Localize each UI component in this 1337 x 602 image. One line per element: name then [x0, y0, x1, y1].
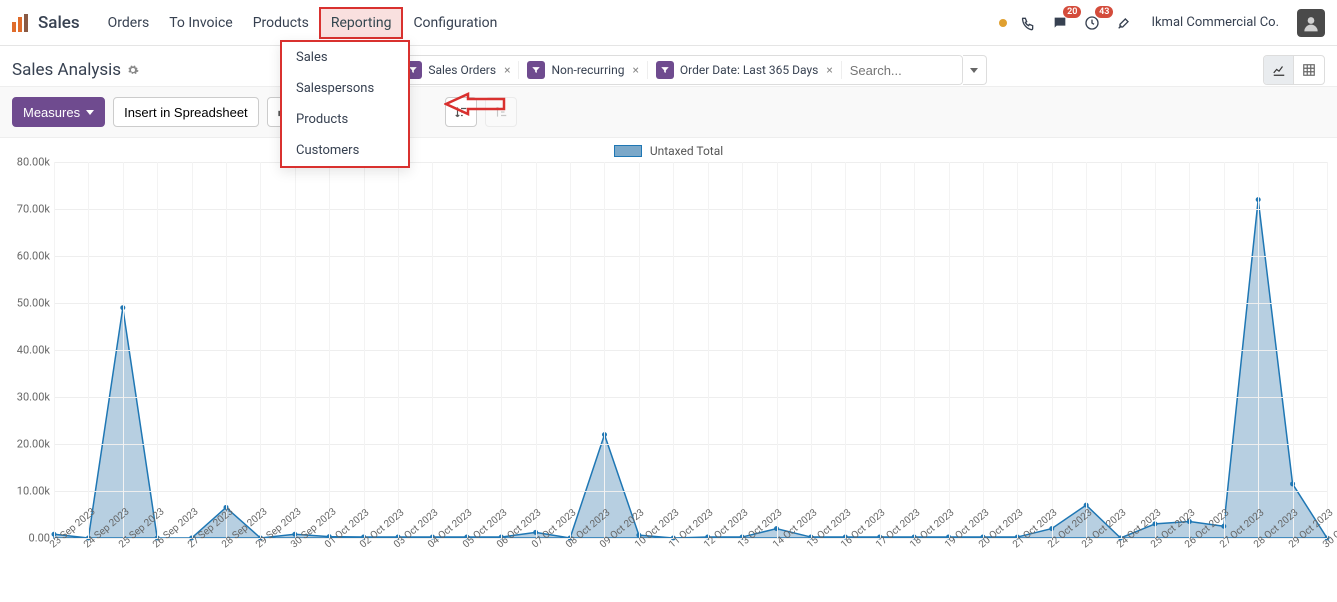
- reporting-dropdown: SalesSalespersonsProductsCustomers: [280, 40, 410, 168]
- messages-badge: 20: [1063, 6, 1081, 18]
- filter-chip: Sales Orders ×: [396, 61, 519, 79]
- dropdown-item-customers[interactable]: Customers: [282, 135, 408, 166]
- y-tick: 10.00k: [17, 485, 50, 498]
- topbar: Sales OrdersTo InvoiceProductsReportingC…: [0, 0, 1337, 46]
- status-dot-icon: [999, 19, 1007, 27]
- pivot-view-button[interactable]: [1294, 56, 1324, 84]
- dropdown-item-products[interactable]: Products: [282, 104, 408, 135]
- y-tick: 40.00k: [17, 344, 50, 357]
- nav-products[interactable]: Products: [243, 7, 319, 39]
- user-avatar[interactable]: [1297, 9, 1325, 37]
- gear-icon[interactable]: [127, 64, 139, 76]
- annotation-arrow-icon: [444, 88, 508, 124]
- search-options-caret[interactable]: [963, 55, 987, 85]
- app-logo-icon: [12, 14, 30, 32]
- measures-label: Measures: [23, 105, 80, 120]
- chart-legend: Untaxed Total: [10, 144, 1327, 158]
- insert-spreadsheet-button[interactable]: Insert in Spreadsheet: [113, 97, 259, 127]
- phone-icon[interactable]: [1017, 12, 1039, 34]
- remove-filter-icon[interactable]: ×: [824, 63, 832, 77]
- dropdown-item-salespersons[interactable]: Salespersons: [282, 73, 408, 104]
- y-tick: 50.00k: [17, 297, 50, 310]
- x-axis: 23 Sep 202324 Sep 202325 Sep 202326 Sep …: [54, 538, 1327, 582]
- filter-chip-label: Order Date: Last 365 Days: [680, 63, 818, 77]
- y-tick: 0.00: [29, 532, 50, 545]
- measures-button[interactable]: Measures: [12, 97, 105, 127]
- chart-container: Untaxed Total 0.00 10.00k 20.00k 30.00k 40.0…: [0, 138, 1337, 592]
- view-switcher: [1263, 55, 1325, 85]
- activities-icon[interactable]: 43: [1081, 12, 1103, 34]
- filter-chip-label: Sales Orders: [428, 63, 496, 77]
- search-input[interactable]: [842, 56, 962, 84]
- y-axis: 0.0010.00k20.00k30.00k40.00k50.00k60.00k…: [10, 162, 54, 538]
- legend-swatch-icon: [614, 145, 642, 157]
- legend-label: Untaxed Total: [650, 144, 723, 158]
- systray: 20 43 Ikmal Commercial Co.: [999, 9, 1325, 37]
- remove-filter-icon[interactable]: ×: [502, 63, 510, 77]
- page-title: Sales Analysis: [12, 60, 121, 80]
- y-tick: 70.00k: [17, 203, 50, 216]
- nav-reporting[interactable]: Reporting: [319, 7, 404, 39]
- graph-toolbar: Measures Insert in Spreadsheet: [0, 86, 1337, 138]
- search-filters: Sales Orders×Non-recurring×Order Date: L…: [395, 55, 962, 85]
- filter-chip: Order Date: Last 365 Days ×: [648, 61, 842, 79]
- nav-to-invoice[interactable]: To Invoice: [159, 7, 243, 39]
- activities-badge: 43: [1095, 6, 1113, 18]
- graph-view-button[interactable]: [1264, 56, 1294, 84]
- control-bar: Sales Analysis Sales Orders×Non-recurrin…: [0, 46, 1337, 86]
- nav-orders[interactable]: Orders: [98, 7, 160, 39]
- nav-configuration[interactable]: Configuration: [403, 7, 507, 39]
- filter-chip: Non-recurring ×: [519, 61, 647, 79]
- filter-chip-label: Non-recurring: [551, 63, 624, 77]
- remove-filter-icon[interactable]: ×: [630, 63, 638, 77]
- plot-area: [54, 162, 1327, 538]
- y-tick: 80.00k: [17, 156, 50, 169]
- app-title: Sales: [38, 13, 80, 33]
- tools-icon[interactable]: [1113, 12, 1135, 34]
- dropdown-item-sales[interactable]: Sales: [282, 42, 408, 73]
- y-tick: 20.00k: [17, 438, 50, 451]
- messages-icon[interactable]: 20: [1049, 12, 1071, 34]
- spreadsheet-label: Insert in Spreadsheet: [124, 105, 248, 120]
- y-tick: 60.00k: [17, 250, 50, 263]
- company-name[interactable]: Ikmal Commercial Co.: [1151, 15, 1279, 30]
- filter-icon: [656, 61, 674, 79]
- chart: 0.00 10.00k 20.00k 30.00k 40.00k 50.00k 60.00k…: [10, 162, 1327, 582]
- y-tick: 30.00k: [17, 391, 50, 404]
- filter-icon: [527, 61, 545, 79]
